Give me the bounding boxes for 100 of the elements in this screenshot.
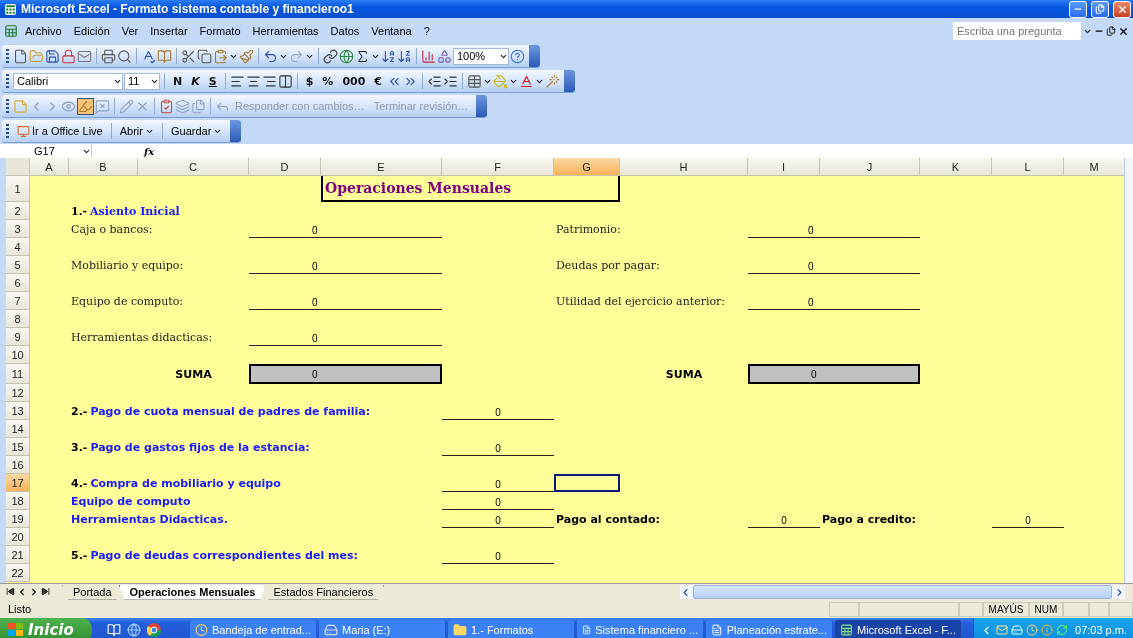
search-icon[interactable] xyxy=(117,48,132,64)
globe-icon[interactable] xyxy=(339,48,354,64)
taskbar-button[interactable]: Maria (E:) xyxy=(319,620,445,638)
row-header[interactable]: 9 xyxy=(6,328,30,346)
function-label[interactable]: fx xyxy=(144,145,155,157)
toolbar-handle[interactable] xyxy=(6,49,9,63)
vertical-scrollbar[interactable] xyxy=(1124,158,1133,583)
row-header[interactable]: 2 xyxy=(6,202,30,220)
row-header[interactable]: 8 xyxy=(6,310,30,328)
row-header[interactable]: 4 xyxy=(6,238,30,256)
row-header[interactable]: 14 xyxy=(6,420,30,438)
toolbar-handle[interactable] xyxy=(6,99,9,113)
toolbar-handle[interactable] xyxy=(6,74,9,88)
row-header[interactable]: 17 xyxy=(6,474,30,492)
toolbar-button[interactable]: Guardar xyxy=(166,121,227,141)
taskbar-button[interactable]: Microsoft Excel - F... xyxy=(835,620,961,638)
row-header[interactable]: 22 xyxy=(6,564,30,582)
font-dropdown[interactable]: Calibri xyxy=(13,72,123,90)
sort-descending-icon[interactable] xyxy=(397,48,412,64)
column-header[interactable]: A xyxy=(30,158,69,176)
borders-icon[interactable] xyxy=(467,73,482,89)
help-search-field[interactable]: Escriba una pregunta xyxy=(953,22,1081,40)
fill-color-icon[interactable] xyxy=(493,73,508,89)
column-header[interactable]: C xyxy=(138,158,249,176)
row-header[interactable]: 19 xyxy=(6,510,30,528)
column-header[interactable]: K xyxy=(920,158,992,176)
row-header[interactable]: 15 xyxy=(6,438,30,456)
minimize-button[interactable] xyxy=(1069,0,1087,18)
menu-item[interactable]: Archivo xyxy=(20,23,67,39)
toolbar-options-button[interactable] xyxy=(476,95,488,117)
font-color-icon[interactable] xyxy=(519,73,534,89)
merge-cells-icon[interactable] xyxy=(277,73,293,89)
shapes-icon[interactable] xyxy=(437,48,452,64)
selected-cell[interactable] xyxy=(554,474,620,492)
column-header[interactable]: G xyxy=(554,158,620,176)
restore-icon[interactable] xyxy=(1106,26,1116,36)
align-right-icon[interactable] xyxy=(261,73,277,89)
undo-icon[interactable] xyxy=(263,48,278,64)
column-header[interactable]: J xyxy=(820,158,920,176)
cut-icon[interactable] xyxy=(181,48,196,64)
text-style-button[interactable]: N xyxy=(169,71,187,91)
row-header[interactable]: 1 xyxy=(6,176,30,202)
last-sheet-icon[interactable] xyxy=(41,587,50,596)
menu-item[interactable]: Datos xyxy=(325,23,365,39)
column-header[interactable]: I xyxy=(748,158,820,176)
restore-button[interactable] xyxy=(1091,0,1109,18)
row-header[interactable]: 18 xyxy=(6,492,30,510)
menu-item[interactable]: Ventana xyxy=(366,23,417,39)
globe-icon[interactable] xyxy=(127,623,141,637)
row-header[interactable]: 5 xyxy=(6,256,30,274)
number-format-button[interactable]: 000 xyxy=(338,71,370,91)
taskbar-button[interactable]: 1.- Formatos xyxy=(448,620,574,638)
row-header[interactable]: 11 xyxy=(6,364,30,384)
highlighter-button[interactable] xyxy=(77,97,94,115)
taskbar-button[interactable]: Planeación estrate... xyxy=(706,620,832,638)
sort-ascending-icon[interactable] xyxy=(381,48,396,64)
clipboard-icon[interactable] xyxy=(159,98,174,114)
first-sheet-icon[interactable] xyxy=(6,587,15,596)
align-center-icon[interactable] xyxy=(245,73,261,89)
next-sheet-icon[interactable] xyxy=(29,587,39,597)
number-format-button[interactable]: € xyxy=(370,71,386,91)
column-header[interactable]: E xyxy=(321,158,442,176)
book-icon[interactable] xyxy=(157,48,172,64)
sheet-tab[interactable]: Estados Financieros xyxy=(262,584,385,600)
row-header[interactable]: 3 xyxy=(6,220,30,238)
toolbar-button[interactable]: Ir a Office Live xyxy=(13,121,107,141)
column-header[interactable]: F xyxy=(442,158,554,176)
font-size-dropdown[interactable]: 11 xyxy=(124,72,160,90)
mail-icon[interactable] xyxy=(77,48,92,64)
spelling-icon[interactable] xyxy=(141,48,156,64)
menu-item[interactable]: Herramientas xyxy=(247,23,324,39)
copy-icon[interactable] xyxy=(197,48,212,64)
sync-icon[interactable] xyxy=(1056,624,1068,636)
row-header[interactable]: 13 xyxy=(6,402,30,420)
column-header[interactable]: D xyxy=(249,158,321,176)
menu-item[interactable]: Ver xyxy=(116,23,144,39)
sum-icon[interactable] xyxy=(355,48,370,64)
menu-item[interactable]: Insertar xyxy=(145,23,193,39)
spreadsheet-icon[interactable] xyxy=(4,24,18,38)
column-header[interactable]: B xyxy=(69,158,138,176)
decrease-indent-icon[interactable] xyxy=(427,73,442,89)
row-header[interactable]: 12 xyxy=(6,384,30,402)
number-format-button[interactable]: % xyxy=(318,71,338,91)
sheet-tab[interactable]: Operaciones Mensuales xyxy=(118,584,267,600)
zoom-dropdown[interactable]: 100% xyxy=(453,47,509,65)
menu-item[interactable]: Edición xyxy=(68,23,115,39)
bar-chart-icon[interactable] xyxy=(421,48,436,64)
restore-icon[interactable] xyxy=(1095,4,1105,14)
scroll-right-icon[interactable] xyxy=(1114,586,1125,598)
help-icon[interactable] xyxy=(510,48,525,64)
increase-indent-icon[interactable] xyxy=(443,73,458,89)
row-header[interactable]: 7 xyxy=(6,292,30,310)
monitor-icon[interactable] xyxy=(17,124,30,138)
row-header[interactable]: 21 xyxy=(6,546,30,564)
column-header[interactable]: H xyxy=(620,158,748,176)
column-header[interactable]: L xyxy=(992,158,1064,176)
text-style-button[interactable]: K xyxy=(187,71,204,91)
printer-icon[interactable] xyxy=(101,48,116,64)
menu-item[interactable]: Formato xyxy=(194,23,246,39)
row-header[interactable]: 16 xyxy=(6,456,30,474)
